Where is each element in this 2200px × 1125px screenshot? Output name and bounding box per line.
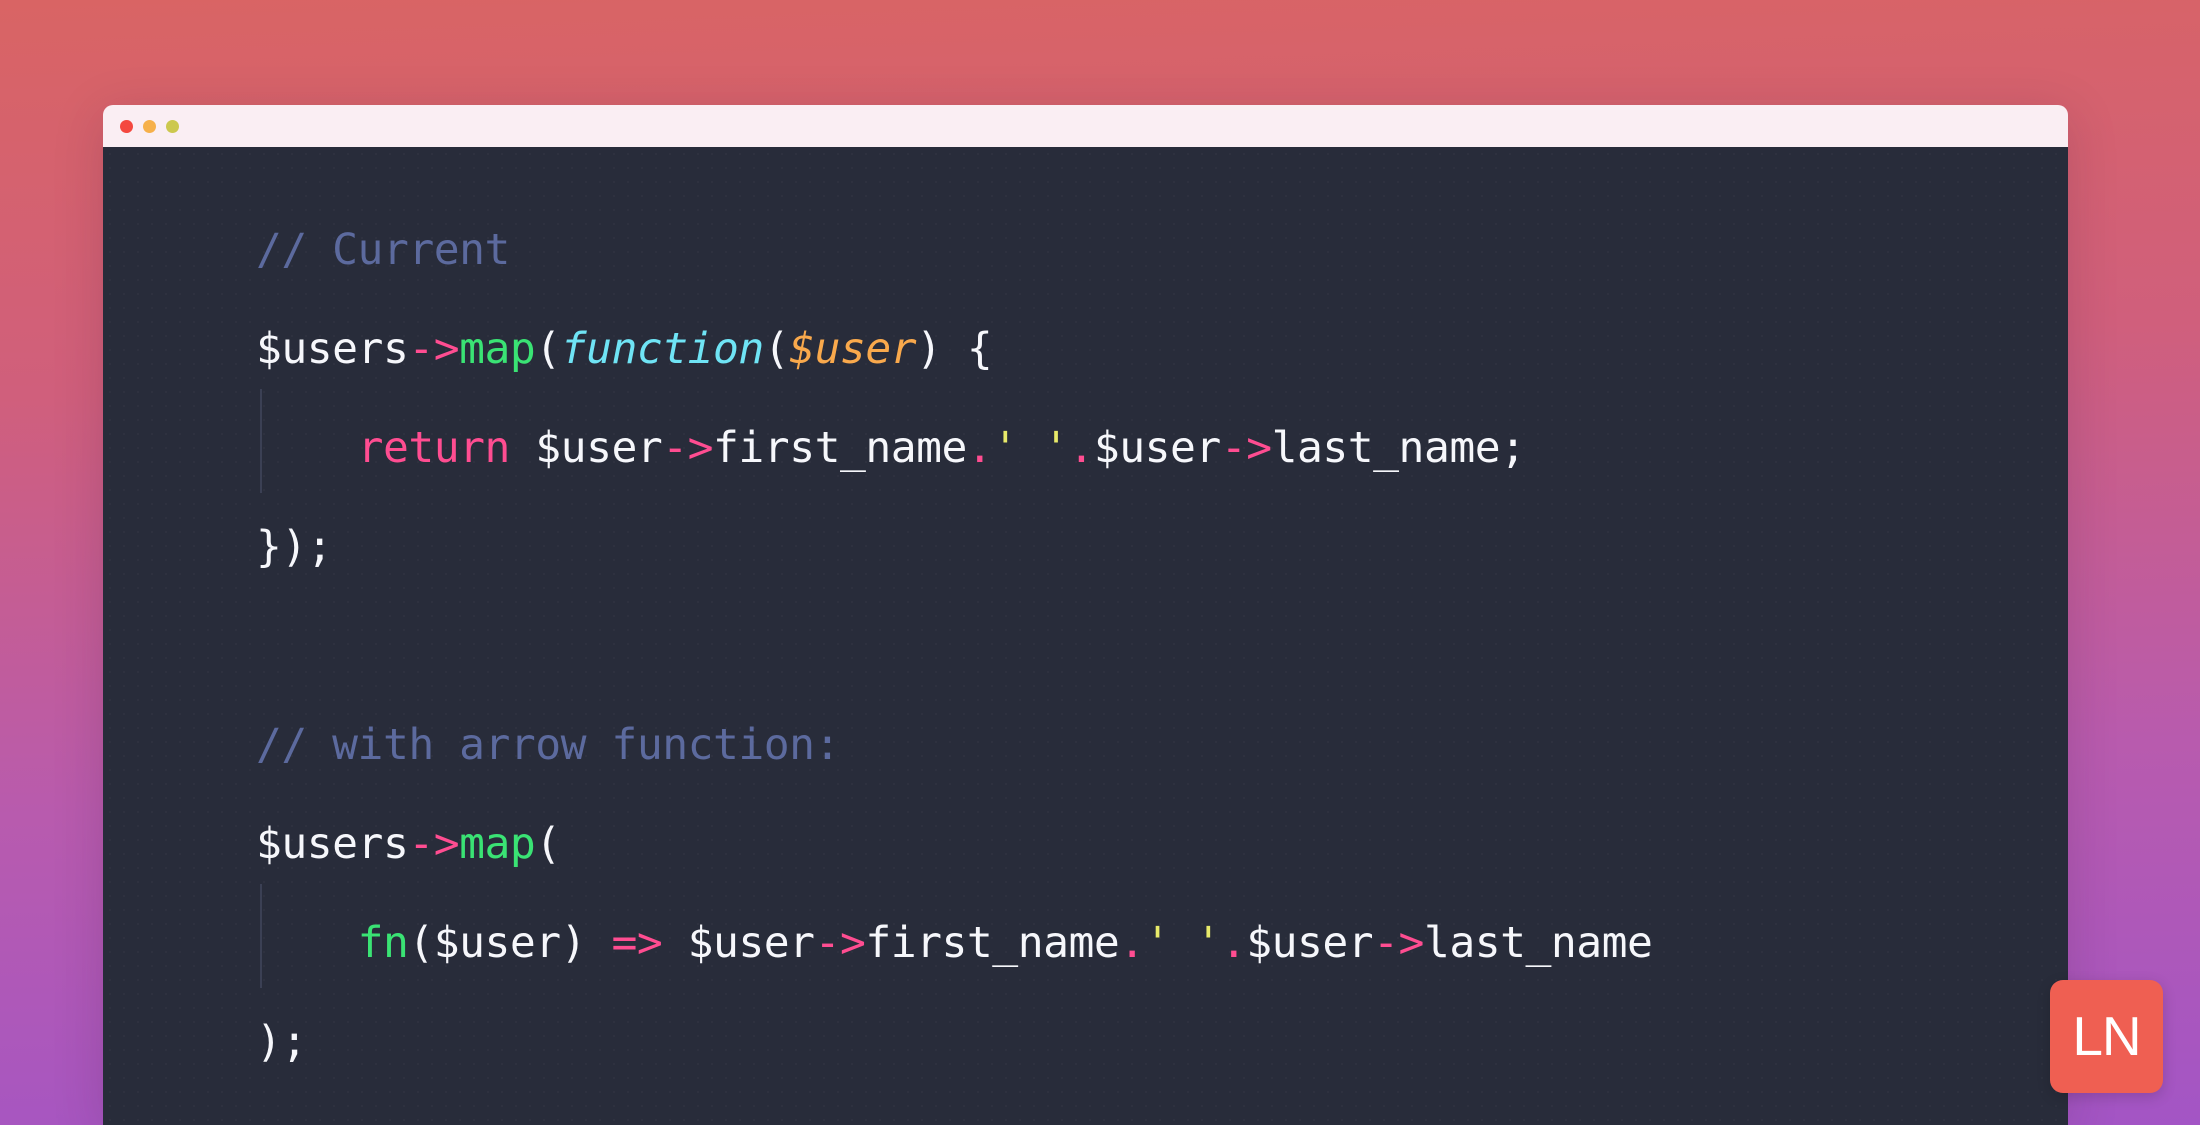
code-token: -> [814,918,866,968]
code-token: map [459,819,536,869]
code-token: first_name [713,423,967,473]
code-line: $users->map(function($user) { [256,300,2068,399]
code-line: fn($user) => $user->first_name.' '.$user… [256,884,2068,993]
code-token: -> [1373,918,1424,968]
code-token: . [1119,918,1145,968]
code-token: last_name [1423,918,1653,968]
minimize-window-icon[interactable] [143,119,156,133]
code-token: ' ' [992,423,1069,473]
code-token: ' ' [1144,918,1222,968]
code-line: $users->map( [256,795,2068,894]
window-titlebar[interactable] [103,105,2068,147]
code-token: return [357,423,511,473]
code-token: . [1068,423,1094,473]
code-token: ( [763,324,790,374]
maximize-window-icon[interactable] [166,119,179,133]
code-token: => [611,918,663,968]
code-token: $user [789,324,917,374]
code-line: ); [256,993,2068,1092]
code-token: $user [662,918,815,968]
code-token: -> [662,423,714,473]
code-token: -> [408,819,460,869]
screenshot-canvas: // Current $users->map(function($user) { … [0,0,2200,1125]
code-token: $user [509,423,663,473]
code-token: }); [256,522,333,572]
code-content: // Current $users->map(function($user) { … [103,201,2068,1092]
code-line: }); [256,498,2068,597]
close-window-icon[interactable] [120,119,133,133]
code-token: -> [408,324,460,374]
code-token: $users [256,324,409,374]
code-token: // with arrow function: [256,720,840,770]
code-token: ); [256,1017,307,1067]
code-token: ($user) [408,918,612,968]
code-line: // Current [256,201,2068,300]
code-token: . [1220,918,1247,968]
code-token: last_name; [1271,423,1526,473]
code-token: fn [357,918,409,968]
code-token: // Current [256,225,510,275]
code-line: // with arrow function: [256,696,2068,795]
code-editor[interactable]: // Current $users->map(function($user) { … [103,147,2068,1125]
logo-text: LN [2072,1005,2141,1067]
code-token: $users [256,819,409,869]
code-token: -> [1220,423,1272,473]
code-token: $user [1246,918,1374,968]
code-window: // Current $users->map(function($user) { … [103,105,2068,1125]
code-token: map [459,324,536,374]
code-token: $user [1093,423,1221,473]
code-token: ( [535,819,561,869]
code-token: function [560,324,765,374]
code-token: ( [535,324,561,374]
code-token: ) { [916,324,993,374]
code-line: return $user->first_name.' '.$user->last… [256,389,2068,498]
laravel-news-logo: LN [2050,980,2163,1093]
code-token: . [966,423,993,473]
code-token: first_name [865,918,1120,968]
